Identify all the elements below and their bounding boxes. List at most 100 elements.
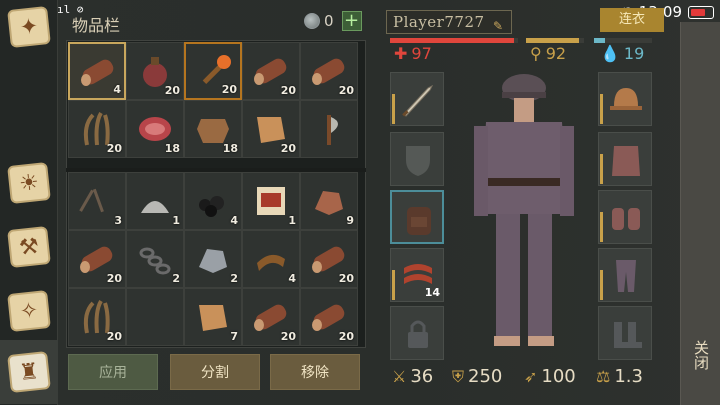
inventory-slot[interactable]: 1 — [242, 172, 300, 230]
durability-bar — [600, 270, 603, 300]
equip-slot-gloves[interactable] — [598, 190, 652, 244]
add-currency-button[interactable]: + — [341, 11, 362, 31]
remove-button[interactable]: 移除 — [270, 354, 360, 390]
weight-value: 1.3 — [614, 366, 643, 387]
nav-magic-button[interactable]: ✧ — [4, 286, 54, 336]
inventory-slot[interactable]: 20 — [242, 42, 300, 100]
equip-slot-locked[interactable] — [390, 306, 444, 360]
running-icon: ➶ — [524, 367, 538, 386]
inventory-slot[interactable]: 7 — [184, 288, 242, 346]
split-button[interactable]: 分割 — [170, 354, 260, 390]
weight-icon: ⚖ — [596, 367, 611, 386]
item-count: 20 — [338, 84, 354, 97]
leather-strip-icon — [251, 239, 291, 279]
item-count: 3 — [114, 214, 122, 227]
inventory-slot[interactable]: 20 — [242, 100, 300, 158]
character-figure — [474, 74, 574, 346]
grid-divider — [66, 168, 366, 172]
inventory-slot[interactable] — [126, 288, 184, 346]
item-count: 20 — [106, 142, 122, 155]
coal-icon — [193, 181, 233, 221]
water-bar — [594, 38, 652, 43]
helmet-icon — [610, 88, 642, 110]
iron-ore-icon — [193, 239, 233, 279]
inventory-slot[interactable] — [300, 100, 358, 158]
health-icon: ✚ — [394, 44, 408, 63]
inventory-slot[interactable]: 3 — [68, 172, 126, 230]
equip-slot-boots[interactable] — [598, 306, 652, 360]
nav-crafting-button[interactable]: ⚒ — [4, 222, 54, 272]
inventory-slot[interactable]: 18 — [126, 100, 184, 158]
nav-skills-button[interactable]: ☀ — [4, 158, 54, 208]
equip-slot-weapon[interactable] — [390, 72, 444, 126]
item-count: 1 — [288, 214, 296, 227]
food-value: 92 — [545, 44, 567, 63]
recipe-scroll-icon — [251, 181, 291, 221]
inventory-slot[interactable]: 18 — [184, 100, 242, 158]
inventory-slot[interactable]: 20 — [300, 42, 358, 100]
inventory-slot[interactable]: 2 — [184, 230, 242, 288]
empty-icon — [135, 297, 175, 337]
item-count: 20 — [164, 84, 180, 97]
equip-slot-body[interactable] — [598, 132, 652, 186]
meat-count: 14 — [424, 286, 440, 299]
inventory-slot[interactable]: 20 — [68, 100, 126, 158]
item-count: 20 — [221, 83, 237, 96]
player-name-text: Player7727 — [393, 13, 485, 31]
item-count: 20 — [106, 330, 122, 343]
chain-icon — [135, 239, 175, 279]
item-count: 20 — [280, 142, 296, 155]
inventory-slot[interactable]: 20 — [300, 288, 358, 346]
water-value: 19 — [623, 44, 645, 63]
dust-icon — [135, 181, 175, 221]
inventory-slot[interactable]: 20 — [300, 230, 358, 288]
inventory-slot[interactable]: 4 — [68, 42, 126, 100]
equip-slot-bag[interactable] — [390, 190, 444, 244]
inventory-slot[interactable]: 20 — [184, 42, 242, 100]
axe-icon — [309, 109, 349, 149]
item-count: 2 — [172, 272, 180, 285]
inventory-slot[interactable]: 20 — [242, 288, 300, 346]
inventory-slot[interactable]: 1 — [126, 172, 184, 230]
equip-slot-shield[interactable] — [390, 132, 444, 186]
item-count: 20 — [338, 330, 354, 343]
apply-button[interactable]: 应用 — [68, 354, 158, 390]
inventory-slot[interactable]: 20 — [68, 288, 126, 346]
item-count: 20 — [106, 272, 122, 285]
armor-icon: ⛨ — [452, 366, 465, 386]
inventory-slot[interactable]: 4 — [184, 172, 242, 230]
speed-stat: ➶ 100 — [524, 366, 576, 387]
inventory-slot[interactable]: 20 — [126, 42, 184, 100]
durability-bar — [600, 212, 603, 242]
inventory-slot[interactable]: 9 — [300, 172, 358, 230]
boots-icon — [614, 322, 642, 348]
inventory-slot[interactable]: 4 — [242, 230, 300, 288]
item-count: 18 — [222, 142, 238, 155]
sun-icon: ☀ — [7, 162, 51, 204]
equip-slot-legs[interactable] — [598, 248, 652, 302]
armor-value: 250 — [468, 366, 503, 387]
nails-icon — [77, 181, 117, 221]
nav-character-button[interactable]: ♜ — [0, 340, 58, 404]
lock-icon — [408, 320, 428, 348]
status-tag: 连衣 — [600, 8, 664, 32]
player-name[interactable]: Player7727 ✎ — [386, 10, 512, 34]
equip-slot-food[interactable]: 14 — [390, 248, 444, 302]
coin-icon — [304, 13, 320, 29]
log-icon — [78, 52, 118, 92]
attack-value: 36 — [410, 366, 434, 387]
speed-value: 100 — [541, 366, 576, 387]
chainmail-icon — [612, 146, 640, 176]
item-count: 4 — [230, 214, 238, 227]
nav-map-button[interactable]: ✦ — [4, 2, 54, 52]
map-icon: ✦ — [7, 6, 51, 48]
hammer-icon: ⚒ — [7, 226, 51, 268]
drumstick-icon: ⚲ — [530, 44, 542, 63]
health-stat: ✚ 97 — [394, 44, 432, 63]
inventory-slot[interactable]: 20 — [68, 230, 126, 288]
inventory-slot[interactable]: 2 — [126, 230, 184, 288]
health-value: 97 — [411, 44, 432, 63]
equip-slot-helmet[interactable] — [598, 72, 652, 126]
inventory-title: 物品栏 — [72, 16, 121, 35]
item-count: 20 — [338, 272, 354, 285]
